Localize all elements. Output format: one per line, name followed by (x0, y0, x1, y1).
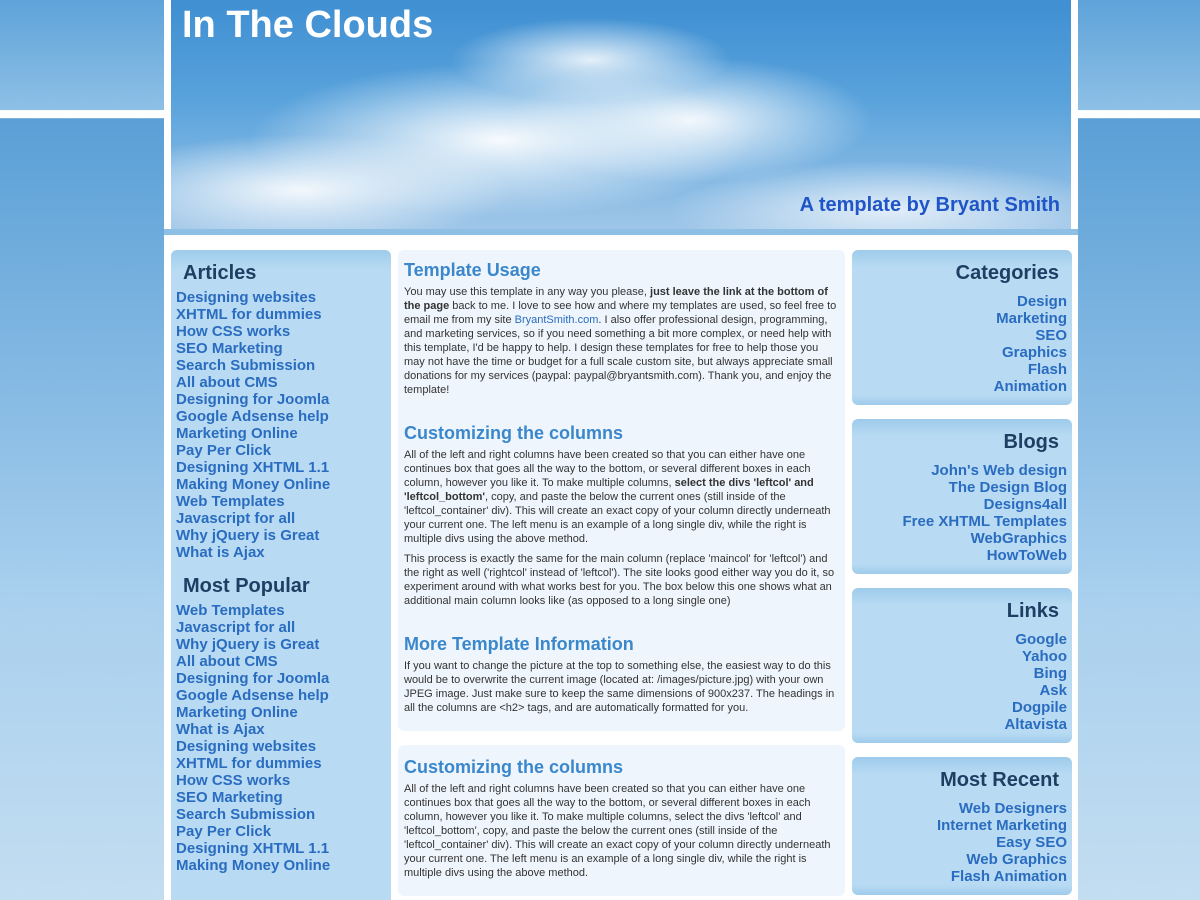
popular-link[interactable]: Google Adsense help (176, 687, 391, 704)
article-link[interactable]: What is Ajax (176, 544, 391, 561)
recent-heading: Most Recent (940, 769, 1059, 791)
recent-link[interactable]: Web Designers (852, 800, 1067, 817)
popular-link[interactable]: Why jQuery is Great (176, 636, 391, 653)
article-link[interactable]: XHTML for dummies (176, 306, 391, 323)
more-info-heading: More Template Information (404, 634, 634, 654)
links-box: Links Google Yahoo Bing Ask Dogpile Alta… (852, 588, 1072, 743)
popular-link[interactable]: Pay Per Click (176, 823, 391, 840)
external-link[interactable]: Altavista (852, 716, 1067, 733)
external-link[interactable]: Yahoo (852, 648, 1067, 665)
article-link[interactable]: Javascript for all (176, 510, 391, 527)
popular-link[interactable]: XHTML for dummies (176, 755, 391, 772)
article-link[interactable]: Marketing Online (176, 425, 391, 442)
columns-heading-2: Customizing the columns (404, 757, 624, 777)
popular-heading: Most Popular (183, 575, 310, 597)
usage-paragraph: You may use this template in any way you… (404, 286, 837, 396)
external-link[interactable]: Google (852, 631, 1067, 648)
article-link[interactable]: All about CMS (176, 374, 391, 391)
category-link[interactable]: Marketing (852, 310, 1067, 327)
category-link[interactable]: Animation (852, 378, 1067, 395)
popular-link[interactable]: Designing for Joomla (176, 670, 391, 687)
external-link[interactable]: Ask (852, 682, 1067, 699)
site-tagline: A template by Bryant Smith (799, 194, 1060, 216)
recent-link[interactable]: Internet Marketing (852, 817, 1067, 834)
main-column: Template Usage You may use this template… (398, 250, 845, 900)
links-heading: Links (1006, 600, 1059, 622)
page-container: In The Clouds A template by Bryant Smith… (164, 0, 1078, 900)
popular-link[interactable]: SEO Marketing (176, 789, 391, 806)
popular-link[interactable]: Making Money Online (176, 857, 391, 874)
category-link[interactable]: Graphics (852, 344, 1067, 361)
category-link[interactable]: Design (852, 293, 1067, 310)
article-link[interactable]: Web Templates (176, 493, 391, 510)
header-banner: In The Clouds A template by Bryant Smith (171, 0, 1071, 229)
blog-link[interactable]: The Design Blog (852, 479, 1067, 496)
categories-box: Categories Design Marketing SEO Graphics… (852, 250, 1072, 405)
header-divider (164, 229, 1078, 243)
popular-link[interactable]: How CSS works (176, 772, 391, 789)
popular-link[interactable]: Designing XHTML 1.1 (176, 840, 391, 857)
blog-link[interactable]: Free XHTML Templates (852, 513, 1068, 530)
site-title: In The Clouds (182, 4, 434, 46)
article-link[interactable]: Search Submission (176, 357, 391, 374)
recent-box: Most Recent Web Designers Internet Marke… (852, 757, 1072, 895)
article-link[interactable]: Designing websites (176, 289, 391, 306)
left-column: Articles Designing websites XHTML for du… (171, 250, 391, 900)
usage-heading: Template Usage (404, 260, 541, 280)
columns-paragraph-2: This process is exactly the same for the… (404, 553, 835, 607)
blogs-heading: Blogs (1003, 431, 1059, 453)
popular-link[interactable]: Javascript for all (176, 619, 391, 636)
popular-link[interactable]: Designing websites (176, 738, 391, 755)
articles-heading: Articles (183, 262, 257, 284)
recent-link[interactable]: Easy SEO (852, 834, 1067, 851)
main-content-box-2: Customizing the columns All of the left … (398, 745, 845, 896)
articles-menu: Designing websites XHTML for dummies How… (171, 289, 391, 561)
columns-paragraph-box2: All of the left and right columns have b… (404, 783, 831, 879)
article-link[interactable]: Making Money Online (176, 476, 391, 493)
columns-heading: Customizing the columns (404, 423, 624, 443)
blog-link[interactable]: WebGraphics (852, 530, 1067, 547)
article-link[interactable]: Designing XHTML 1.1 (176, 459, 391, 476)
right-column: Categories Design Marketing SEO Graphics… (852, 250, 1072, 900)
blog-link[interactable]: John's Web design (852, 462, 1067, 479)
columns-paragraph-1: All of the left and right columns have b… (404, 449, 831, 545)
blog-link[interactable]: HowToWeb (852, 547, 1067, 564)
bryantsmith-link[interactable]: BryantSmith.com (515, 314, 599, 326)
external-link[interactable]: Dogpile (852, 699, 1067, 716)
popular-link[interactable]: Search Submission (176, 806, 391, 823)
recent-link[interactable]: Web Graphics (852, 851, 1067, 868)
article-link[interactable]: Why jQuery is Great (176, 527, 391, 544)
popular-menu: Web Templates Javascript for all Why jQu… (171, 602, 391, 874)
popular-link[interactable]: Web Templates (176, 602, 391, 619)
main-content-box: Template Usage You may use this template… (398, 250, 845, 731)
article-link[interactable]: SEO Marketing (176, 340, 391, 357)
category-link[interactable]: SEO (852, 327, 1067, 344)
external-link[interactable]: Bing (852, 665, 1067, 682)
popular-link[interactable]: What is Ajax (176, 721, 391, 738)
article-link[interactable]: Google Adsense help (176, 408, 391, 425)
more-info-paragraph: If you want to change the picture at the… (404, 660, 835, 714)
categories-heading: Categories (955, 262, 1059, 284)
blog-link[interactable]: Designs4all (852, 496, 1067, 513)
recent-link[interactable]: Flash Animation (852, 868, 1067, 885)
popular-link[interactable]: All about CMS (176, 653, 391, 670)
blogs-box: Blogs John's Web design The Design Blog … (852, 419, 1072, 574)
category-link[interactable]: Flash (852, 361, 1067, 378)
article-link[interactable]: Designing for Joomla (176, 391, 391, 408)
popular-link[interactable]: Marketing Online (176, 704, 391, 721)
article-link[interactable]: How CSS works (176, 323, 391, 340)
article-link[interactable]: Pay Per Click (176, 442, 391, 459)
